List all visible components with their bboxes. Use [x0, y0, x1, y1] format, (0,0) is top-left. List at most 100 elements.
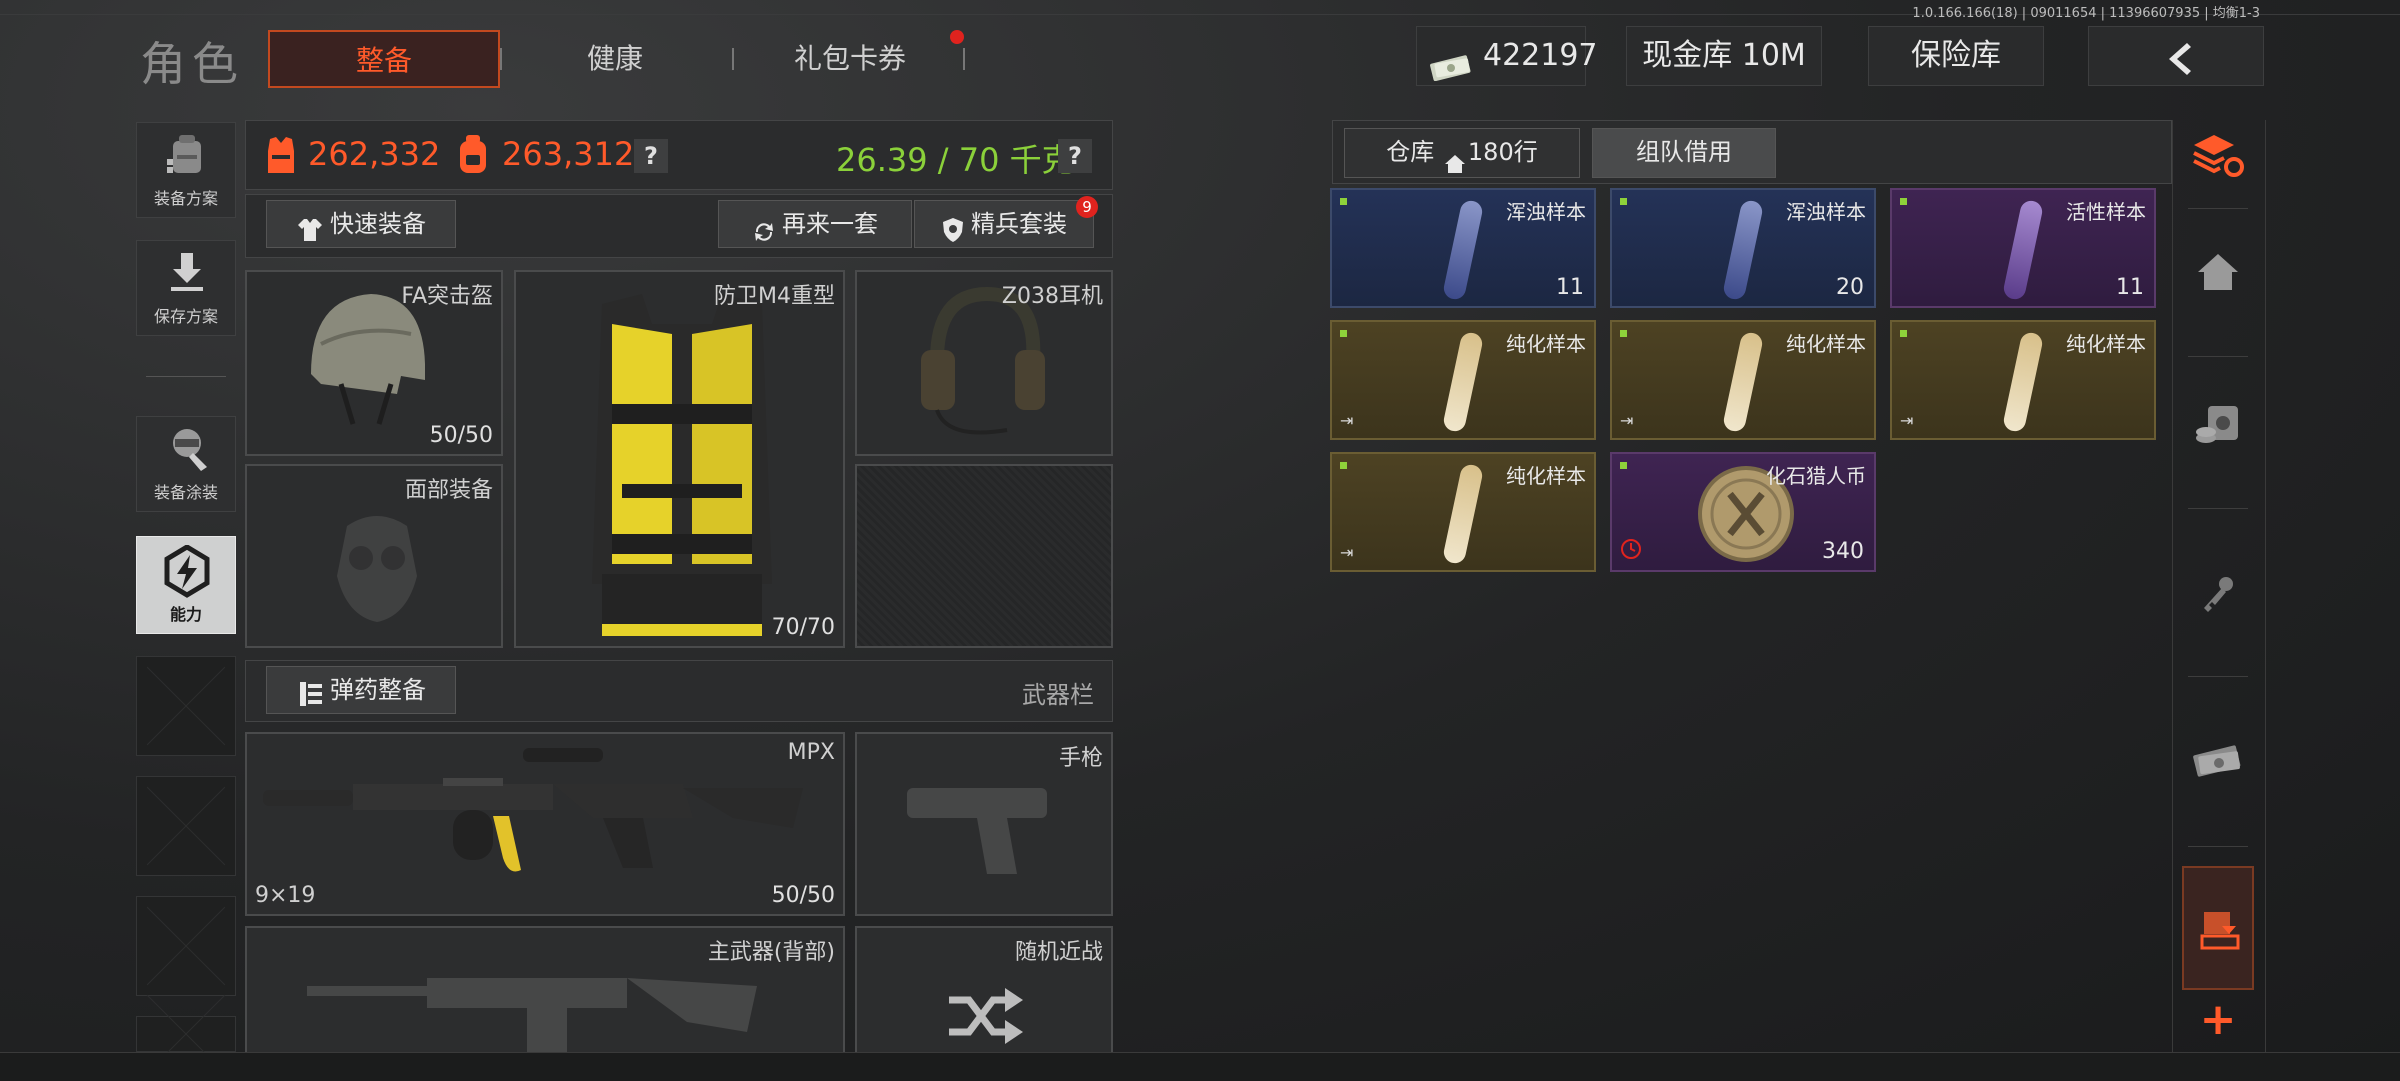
- sample-vial-icon: [1441, 198, 1485, 302]
- pistol-icon: [907, 778, 1057, 882]
- new-item-marker: [1620, 330, 1627, 337]
- ammo-supply-label: 弹药整备: [330, 676, 426, 704]
- ability-label: 能力: [169, 605, 202, 624]
- helmet-slot[interactable]: FA突击盔 50/50: [245, 270, 503, 456]
- save-plan-button[interactable]: 保存方案: [136, 240, 236, 336]
- tab-separator: [963, 48, 965, 70]
- weapon-section-label: 武器栏: [1022, 681, 1094, 709]
- item-count: 11: [1556, 275, 1584, 300]
- caliber-label: 9×19: [255, 883, 316, 908]
- sample-vial-icon: [1721, 330, 1765, 434]
- ability-button[interactable]: 能力: [136, 536, 236, 634]
- empty-sidebar-slot: [136, 1016, 236, 1052]
- back-weapon-label: 主武器(背部): [707, 940, 835, 965]
- warehouse-item[interactable]: 活性样本 11: [1890, 188, 2156, 308]
- face-gear-label: 面部装备: [404, 478, 493, 503]
- warehouse-item[interactable]: 纯化样本 ⇥: [1610, 320, 1876, 440]
- lightning-gear-icon: [161, 544, 213, 603]
- plus-icon[interactable]: +: [2182, 992, 2254, 1050]
- value-help-button[interactable]: ?: [634, 139, 668, 173]
- ammo-supply-button[interactable]: 弹药整备: [266, 666, 456, 714]
- currency-display[interactable]: 422197: [1416, 26, 1598, 86]
- warehouse-item[interactable]: 纯化样本 ⇥: [1330, 320, 1596, 440]
- safe-icon[interactable]: [2172, 384, 2264, 464]
- chevron-left-icon: [2161, 39, 2195, 97]
- quick-equip-button[interactable]: 快速装备: [266, 200, 456, 248]
- shirt-icon: [296, 212, 324, 241]
- warehouse-item[interactable]: 化石猎人币 340: [1610, 452, 1876, 572]
- empty-gear-slot[interactable]: [855, 464, 1113, 648]
- repeat-set-button[interactable]: 再来一套: [718, 200, 912, 248]
- backpack-icon: [165, 133, 209, 183]
- paint-icon: [165, 425, 211, 477]
- item-count: 20: [1836, 275, 1864, 300]
- tab-gift-vouchers[interactable]: 礼包卡券: [770, 30, 930, 88]
- home-icon[interactable]: [2172, 230, 2264, 310]
- bottom-bar: [0, 1052, 2400, 1081]
- elite-set-label: 精兵套装: [971, 210, 1067, 238]
- item-name: 浑浊样本: [1786, 200, 1866, 224]
- new-item-marker: [1340, 198, 1347, 205]
- new-item-marker: [1900, 198, 1907, 205]
- weight-help-button[interactable]: ?: [1058, 139, 1092, 173]
- face-gear-slot[interactable]: 面部装备: [245, 464, 503, 648]
- item-name: 纯化样本: [1506, 332, 1586, 356]
- item-count: 340: [1822, 539, 1864, 564]
- sample-vial-icon: [1441, 462, 1485, 566]
- toolbar-divider: [2188, 208, 2248, 209]
- sample-vial-icon: [1721, 198, 1765, 302]
- storage-tab-label: 仓库: [1386, 138, 1435, 166]
- vest-name: 防卫M4重型: [714, 284, 835, 309]
- new-item-marker: [1620, 462, 1627, 469]
- empty-sidebar-slot: [136, 776, 236, 876]
- vest-durability: 70/70: [771, 615, 835, 640]
- loadout-plan-button[interactable]: 装备方案: [136, 122, 236, 218]
- item-name: 浑浊样本: [1506, 200, 1586, 224]
- cash-vault-button[interactable]: 现金库 10M: [1626, 26, 1822, 86]
- new-item-marker: [1340, 462, 1347, 469]
- extract-icon: ⇥: [1340, 411, 1354, 430]
- primary-weapon-slot[interactable]: MPX 9×19 50/50: [245, 732, 845, 916]
- headset-name: Z038耳机: [1001, 284, 1103, 309]
- team-borrow-tab[interactable]: 组队借用: [1592, 128, 1776, 178]
- toolbar-divider: [2188, 846, 2248, 847]
- elite-set-button[interactable]: 精兵套装: [914, 200, 1094, 248]
- shuffle-icon: [947, 986, 1025, 1050]
- sample-vial-icon: [1441, 330, 1485, 434]
- new-item-marker: [1900, 330, 1907, 337]
- item-name: 化石猎人币: [1766, 464, 1866, 488]
- cash-icon[interactable]: [2172, 720, 2264, 800]
- back-weapon-slot[interactable]: 主武器(背部): [245, 926, 845, 1054]
- safe-box-button[interactable]: 保险库: [1868, 26, 2044, 86]
- gear-paint-button[interactable]: 装备涂装: [136, 416, 236, 512]
- storage-rows: 180行: [1467, 138, 1538, 166]
- warehouse-item[interactable]: 浑浊样本 11: [1330, 188, 1596, 308]
- sample-vial-icon: [2001, 330, 2045, 434]
- item-name: 纯化样本: [1786, 332, 1866, 356]
- gas-mask-icon: [327, 506, 427, 630]
- pistol-slot[interactable]: 手枪: [855, 732, 1113, 916]
- vest-slot[interactable]: 防卫M4重型 70/70: [514, 270, 845, 648]
- download-icon: [169, 251, 205, 297]
- tab-health[interactable]: 健康: [540, 30, 690, 88]
- rifle-silhouette-icon: [307, 972, 767, 1058]
- new-item-marker: [1340, 330, 1347, 337]
- item-name: 纯化样本: [2066, 332, 2146, 356]
- sort-refresh-icon[interactable]: [2172, 114, 2264, 194]
- page-title: 角色: [140, 37, 244, 91]
- warehouse-item[interactable]: 纯化样本 ⇥: [1890, 320, 2156, 440]
- item-name: 活性样本: [2066, 200, 2146, 224]
- version-info: 1.0.166.166(18) | 09011654 | 11396607935…: [1912, 6, 2260, 21]
- box-download-icon: [2198, 908, 2242, 956]
- warehouse-item[interactable]: 浑浊样本 20: [1610, 188, 1876, 308]
- extract-icon: ⇥: [1900, 411, 1914, 430]
- key-icon[interactable]: [2172, 552, 2264, 632]
- back-button[interactable]: [2088, 26, 2264, 86]
- warehouse-item[interactable]: 纯化样本 ⇥: [1330, 452, 1596, 572]
- headset-slot[interactable]: Z038耳机: [855, 270, 1113, 456]
- storage-tab[interactable]: 仓库 180行: [1344, 128, 1580, 178]
- repeat-set-label: 再来一套: [782, 210, 878, 238]
- tab-gear[interactable]: 整备: [268, 30, 500, 88]
- box-download-button[interactable]: [2182, 866, 2254, 990]
- melee-slot[interactable]: 随机近战: [855, 926, 1113, 1052]
